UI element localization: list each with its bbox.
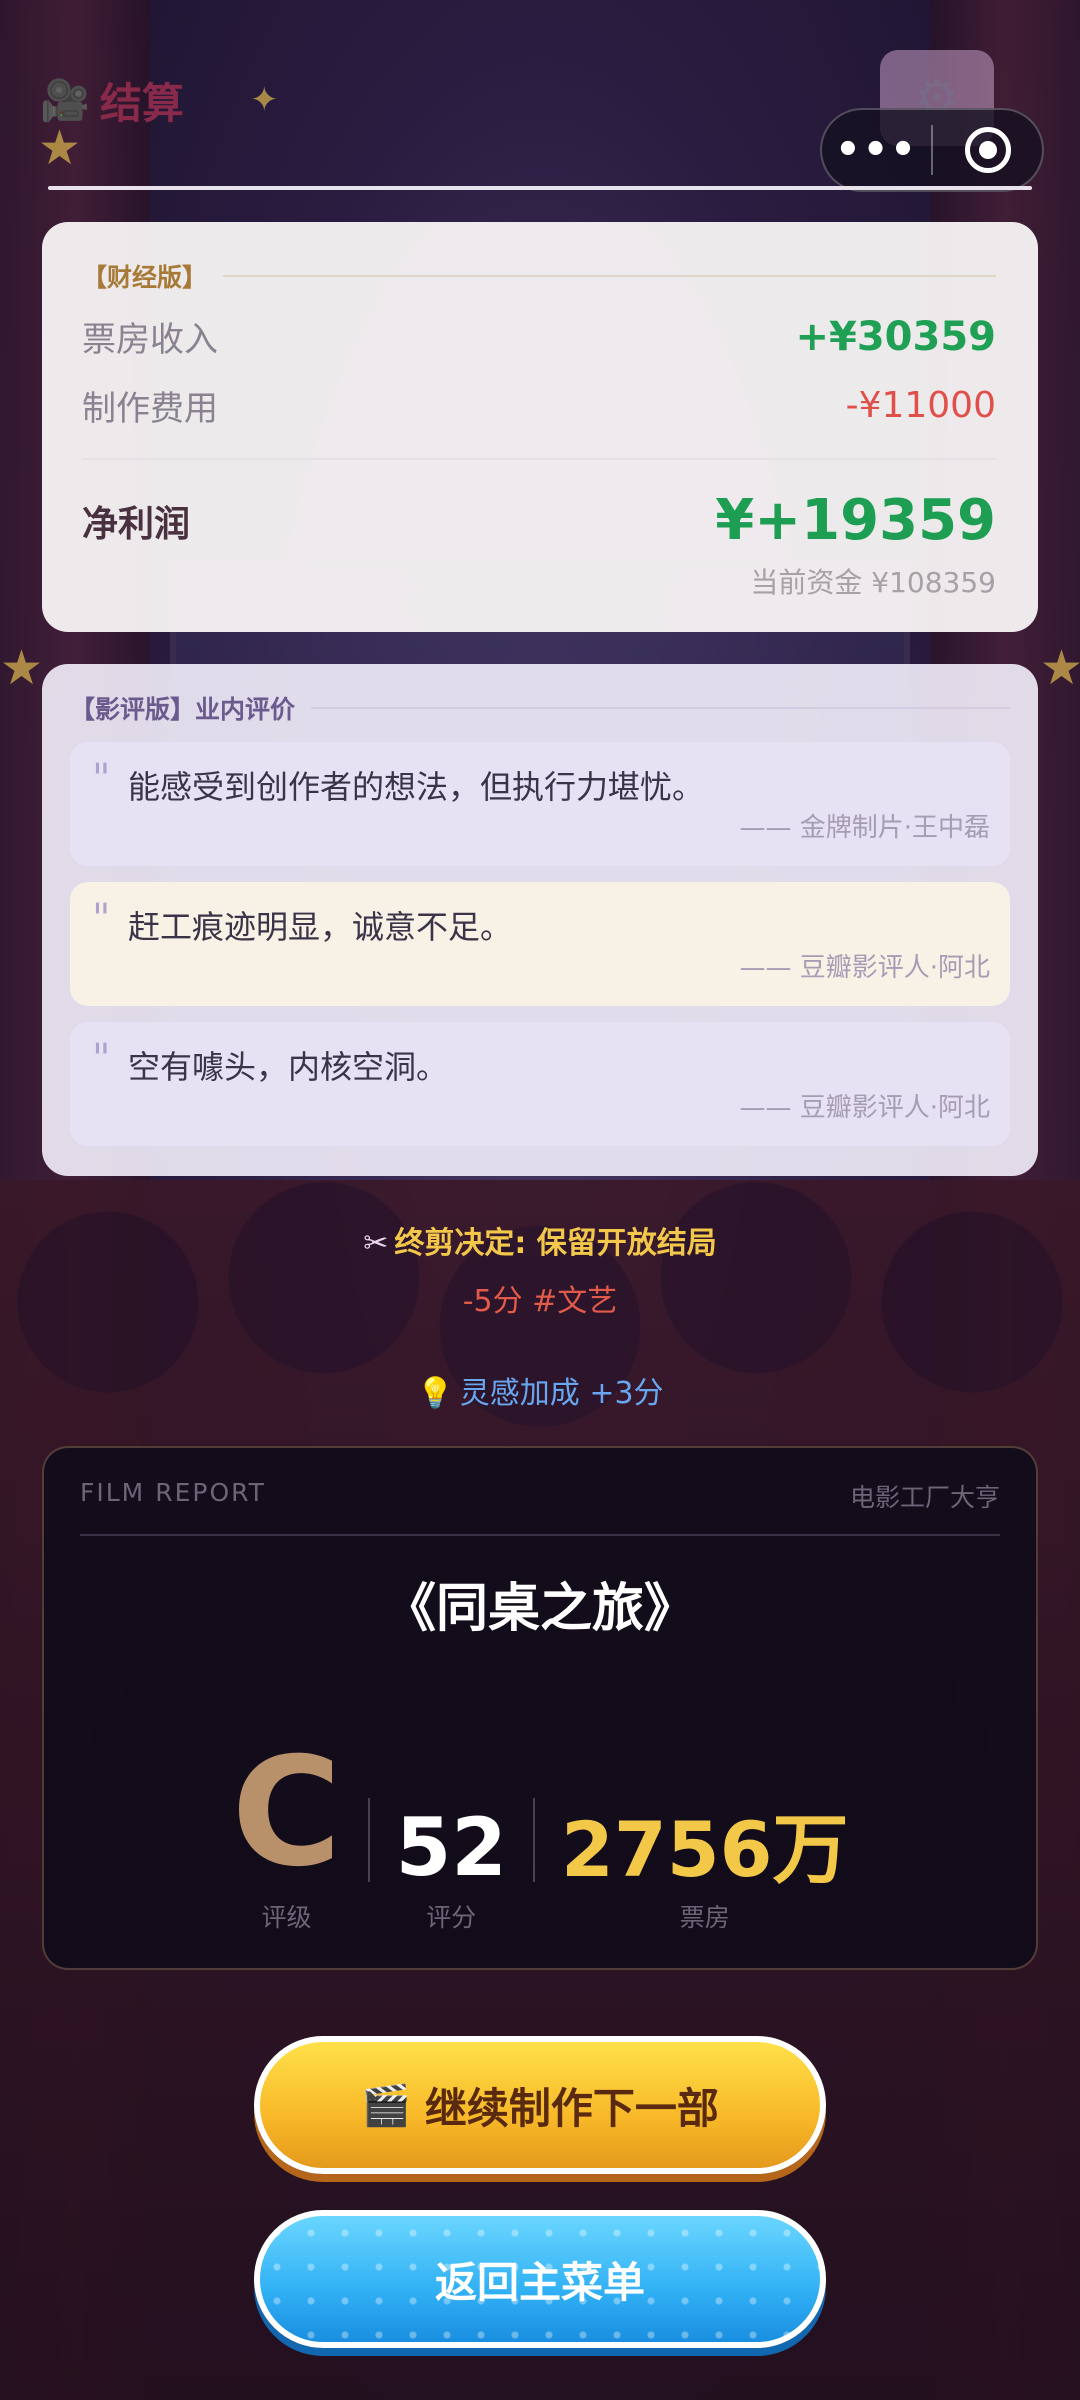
review-text: 赶工痕迹明显，诚意不足。 [128, 908, 513, 946]
review-text: 空有噱头，内核空洞。 [128, 1048, 449, 1086]
finance-header: 【财经版】 [82, 258, 996, 294]
cost-value: -¥11000 [845, 385, 996, 426]
return-main-menu-button[interactable]: 返回主菜单 [254, 2210, 826, 2348]
profit-row: 净利润 ¥+19359 [82, 488, 996, 553]
divider [311, 707, 1010, 709]
box-office-stat: 2756万 票房 [561, 1812, 849, 1934]
report-stats: C 评级 52 评分 2756万 票房 [44, 1738, 1036, 1934]
profit-value: ¥+19359 [715, 488, 996, 553]
quote-icon: " [92, 756, 111, 802]
quote-icon: " [92, 896, 111, 942]
film-title: 《同桌之旅》 [383, 1579, 696, 1639]
more-menu-button[interactable]: ••• [822, 127, 931, 173]
divider [223, 275, 996, 277]
box-office-value: 2756万 [560, 1805, 849, 1894]
scissors-icon: ✂ [363, 1226, 389, 1261]
menu-label: 返回主菜单 [434, 2257, 645, 2307]
studio-name: 电影工厂大亨 [849, 1483, 1000, 1512]
final-cut-text: 终剪决定: 保留开放结局 [394, 1226, 717, 1261]
target-icon [964, 127, 1011, 173]
grade-stat: C 评级 [232, 1738, 342, 1934]
star-icon: ★ [1040, 640, 1080, 696]
movie-camera-icon: 🎥 [40, 78, 90, 124]
stat-divider [532, 1798, 535, 1882]
quote-icon: " [92, 1036, 111, 1082]
income-row: 票房收入 +¥30359 [82, 312, 996, 361]
reviews-tag: 【影评版】业内评价 [70, 695, 296, 724]
lightbulb-icon: 💡 [416, 1376, 454, 1411]
review-source: —— 豆瓣影评人·阿北 [739, 953, 990, 983]
cost-row: 制作费用 -¥11000 [82, 381, 996, 430]
header-divider [48, 186, 1032, 190]
final-cut-decision: ✂ 终剪决定: 保留开放结局 [0, 1218, 1080, 1262]
inspiration-text: 灵感加成 +3分 [459, 1376, 664, 1411]
close-miniprogram-button[interactable] [933, 127, 1042, 173]
report-header: FILM REPORT 电影工厂大亨 [80, 1478, 1000, 1514]
score-value: 52 [395, 1801, 507, 1894]
divider [80, 1534, 1000, 1536]
inspiration-bonus: 💡 灵感加成 +3分 [0, 1368, 1080, 1412]
review-item: " 赶工痕迹明显，诚意不足。 —— 豆瓣影评人·阿北 [70, 882, 1010, 1006]
score-stat: 52 评分 [396, 1808, 507, 1934]
grade-value: C [231, 1726, 342, 1900]
box-office-label: 票房 [679, 1903, 730, 1932]
page-title: 🎥 结算 [40, 70, 184, 131]
top-bar: 🎥 结算 ⚙ ••• [0, 0, 1080, 200]
profit-label: 净利润 [82, 503, 191, 545]
income-value: +¥30359 [795, 313, 996, 360]
review-item: " 空有噱头，内核空洞。 —— 豆瓣影评人·阿北 [70, 1022, 1010, 1146]
page-title-text: 结算 [99, 79, 184, 128]
reviews-card: 【影评版】业内评价 " 能感受到创作者的想法，但执行力堪忧。 —— 金牌制片·王… [42, 664, 1038, 1176]
reviews-header: 【影评版】业内评价 [70, 690, 1010, 726]
score-label: 评分 [426, 1903, 477, 1932]
current-fund: 当前资金 ¥108359 [750, 566, 996, 599]
review-item: " 能感受到创作者的想法，但执行力堪忧。 —— 金牌制片·王中磊 [70, 742, 1010, 866]
continue-label: 继续制作下一部 [424, 2083, 719, 2133]
grade-label: 评级 [261, 1903, 312, 1932]
cost-label: 制作费用 [82, 389, 218, 429]
clapperboard-icon: 🎬 [361, 2082, 411, 2129]
finance-tag: 【财经版】 [82, 263, 208, 292]
income-label: 票房收入 [82, 320, 218, 360]
review-text: 能感受到创作者的想法，但执行力堪忧。 [128, 768, 705, 806]
miniprogram-capsule: ••• [820, 108, 1044, 192]
decision-effect: -5分 #文艺 [462, 1284, 618, 1319]
stat-divider [367, 1798, 370, 1882]
review-source: —— 豆瓣影评人·阿北 [739, 1093, 990, 1123]
film-report-card: FILM REPORT 电影工厂大亨 《同桌之旅》 C 评级 52 评分 275… [42, 1446, 1038, 1970]
finance-card: 【财经版】 票房收入 +¥30359 制作费用 -¥11000 净利润 ¥+19… [42, 222, 1038, 632]
review-source: —— 金牌制片·王中磊 [739, 813, 990, 843]
star-icon: ★ [0, 640, 44, 696]
report-label: FILM REPORT [80, 1478, 266, 1507]
continue-next-film-button[interactable]: 🎬 继续制作下一部 [254, 2036, 826, 2174]
divider [82, 458, 996, 460]
